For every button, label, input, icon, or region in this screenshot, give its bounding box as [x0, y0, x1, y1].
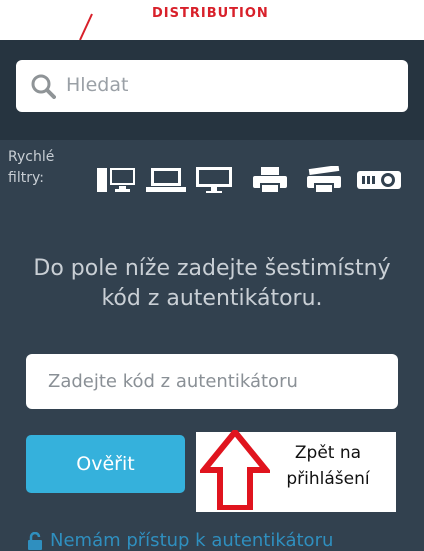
- printer-icon[interactable]: [252, 166, 288, 194]
- lock-icon: [28, 532, 42, 550]
- top-bar: DISTRIBUTION: [0, 0, 424, 40]
- auth-code-input[interactable]: [26, 354, 398, 409]
- projector-icon[interactable]: [356, 166, 404, 194]
- search-box[interactable]: Hledat: [16, 60, 408, 112]
- multifunction-printer-icon[interactable]: [306, 166, 342, 194]
- desktop-pc-icon[interactable]: [96, 166, 136, 194]
- quick-filters-label: Rychlé filtry:: [8, 149, 55, 186]
- brand-mark-icon: [79, 13, 93, 40]
- no-access-link[interactable]: Nemám přístup k autentikátoru: [50, 530, 333, 551]
- search-icon: [31, 74, 56, 99]
- verify-button[interactable]: Ověřit: [26, 435, 185, 493]
- back-to-login-annotation: Zpět na přihlášení: [286, 443, 370, 489]
- search-placeholder: Hledat: [66, 74, 129, 96]
- brand-logo-text: DISTRIBUTION: [152, 6, 269, 21]
- monitor-icon[interactable]: [194, 166, 234, 194]
- laptop-icon[interactable]: [146, 166, 186, 194]
- auth-instructions: Do pole níže zadejte šestimístný kód z a…: [33, 256, 391, 311]
